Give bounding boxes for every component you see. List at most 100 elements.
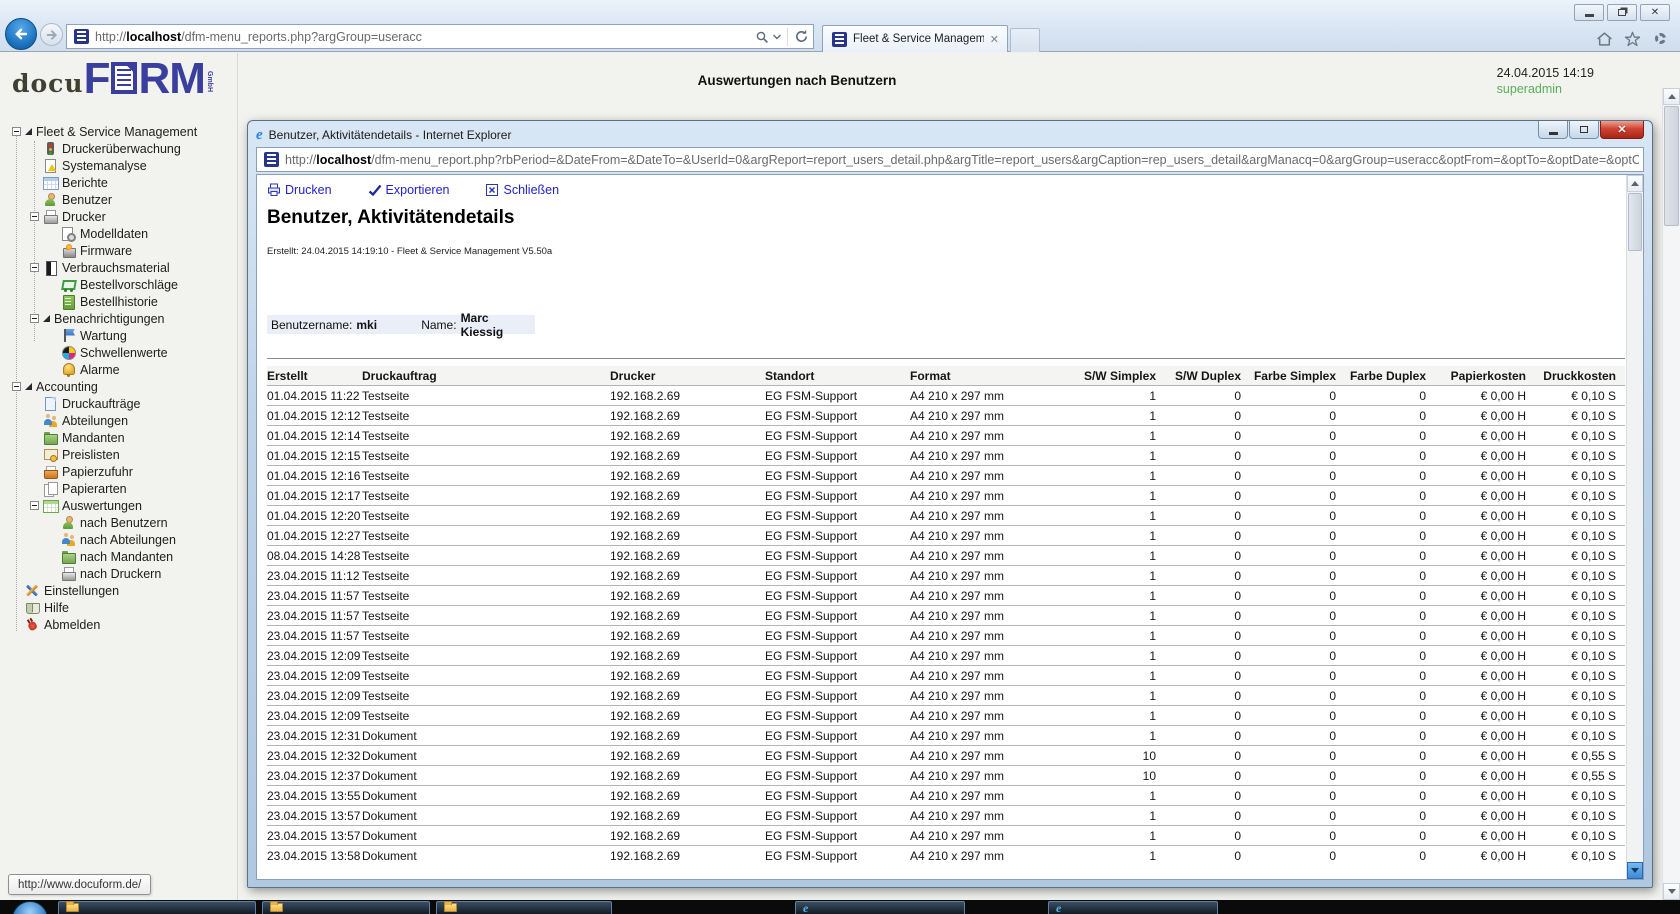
- sidebar-item[interactable]: Verbrauchsmaterial: [6, 259, 234, 276]
- sidebar-item[interactable]: nach Druckern: [6, 565, 234, 582]
- cell-farbe-duplex: 0: [1340, 829, 1430, 843]
- taskbar-item-explorer[interactable]: [436, 901, 612, 914]
- sidebar-item[interactable]: nach Benutzern: [6, 514, 234, 531]
- taskbar-item-explorer[interactable]: [262, 901, 430, 914]
- sidebar-item[interactable]: Auswertungen: [6, 497, 234, 514]
- popup-scroll-down-button[interactable]: [1627, 862, 1643, 879]
- sidebar-item[interactable]: Benachrichtigungen: [6, 310, 234, 327]
- popup-titlebar[interactable]: e Benutzer, Aktivitätendetails - Interne…: [256, 126, 1522, 144]
- sidebar-item[interactable]: Abteilungen: [6, 412, 234, 429]
- sidebar-item[interactable]: Bestellhistorie: [6, 293, 234, 310]
- popup-address-url[interactable]: http://localhost/dfm-menu_report.php?rbP…: [285, 153, 1639, 167]
- settings-button[interactable]: [1650, 30, 1670, 47]
- cell-drucker: 192.168.2.69: [610, 749, 765, 763]
- cell-druckauftrag: Dokument: [362, 729, 610, 743]
- popup-maximize-button[interactable]: [1569, 121, 1599, 139]
- cell-sw-simplex: 1: [1050, 669, 1160, 683]
- sidebar-item[interactable]: Einstellungen: [6, 582, 234, 599]
- cell-format: A4 210 x 297 mm: [910, 629, 1050, 643]
- sidebar-item[interactable]: Bestellvorschläge: [6, 276, 234, 293]
- sidebar-item[interactable]: Modelldaten: [6, 225, 234, 242]
- address-url[interactable]: http://localhost/dfm-menu_reports.php?ar…: [95, 30, 755, 44]
- sidebar-item[interactable]: Preislisten: [6, 446, 234, 463]
- export-button[interactable]: Exportieren: [368, 183, 450, 197]
- cell-drucker: 192.168.2.69: [610, 849, 765, 863]
- cell-farbe-duplex: 0: [1340, 569, 1430, 583]
- cell-druckauftrag: Dokument: [362, 749, 610, 763]
- sidebar-item-label: Benachrichtigungen: [54, 312, 165, 326]
- cell-sw-simplex: 1: [1050, 649, 1160, 663]
- search-icon[interactable]: [755, 30, 769, 44]
- back-button[interactable]: [5, 18, 37, 50]
- sidebar-item[interactable]: Druckerüberwachung: [6, 140, 234, 157]
- page-scroll-up-button[interactable]: [1663, 88, 1680, 105]
- new-tab-button[interactable]: [1010, 28, 1040, 52]
- address-bar[interactable]: http://localhost/dfm-menu_reports.php?ar…: [66, 24, 814, 49]
- browser-window: http://localhost/dfm-menu_reports.php?ar…: [0, 0, 1680, 900]
- popup-scrollbar-thumb[interactable]: [1628, 193, 1642, 251]
- sidebar-item[interactable]: Mandanten: [6, 429, 234, 446]
- popup-scroll-up-button[interactable]: [1627, 175, 1643, 192]
- tree-expander-icon[interactable]: [12, 127, 21, 136]
- close-report-button[interactable]: Schließen: [485, 183, 559, 197]
- page-scrollbar[interactable]: [1662, 88, 1680, 900]
- folder-icon: [270, 903, 283, 912]
- sidebar-item[interactable]: Alarme: [6, 361, 234, 378]
- start-button[interactable]: [12, 901, 48, 914]
- cell-druckauftrag: Dokument: [362, 829, 610, 843]
- sidebar-item[interactable]: Druckaufträge: [6, 395, 234, 412]
- table-row: 01.04.2015 12:16 Testseite 192.168.2.69 …: [267, 465, 1625, 485]
- sidebar-item[interactable]: Drucker: [6, 208, 234, 225]
- taskbar-item-explorer[interactable]: [58, 901, 256, 914]
- forward-button[interactable]: [40, 23, 63, 46]
- sidebar-item[interactable]: nach Mandanten: [6, 548, 234, 565]
- sidebar-item[interactable]: Benutzer: [6, 191, 234, 208]
- sidebar-item[interactable]: Systemanalyse: [6, 157, 234, 174]
- tree-item-icon: [61, 346, 76, 360]
- sidebar-item[interactable]: Firmware: [6, 242, 234, 259]
- tree-expander-icon[interactable]: [12, 382, 21, 391]
- sidebar-item[interactable]: Accounting: [6, 378, 234, 395]
- favorites-button[interactable]: [1622, 30, 1642, 47]
- tree-expander-icon[interactable]: [30, 263, 39, 272]
- sidebar-item[interactable]: Berichte: [6, 174, 234, 191]
- cell-druckkosten: € 0,10 S: [1530, 449, 1620, 463]
- restore-button[interactable]: [1607, 4, 1637, 21]
- sidebar-item[interactable]: Wartung: [6, 327, 234, 344]
- tree-expander-icon[interactable]: [30, 212, 39, 221]
- search-dropdown-icon[interactable]: [773, 34, 781, 40]
- sidebar-item[interactable]: Papierarten: [6, 480, 234, 497]
- cell-druckkosten: € 0,10 S: [1530, 409, 1620, 423]
- cell-erstellt: 01.04.2015 12:14: [267, 429, 362, 443]
- tab-close-icon[interactable]: ✕: [988, 33, 1001, 46]
- tab-fleet-service-management[interactable]: Fleet & Service Management ✕: [822, 25, 1008, 52]
- tree-expander-icon[interactable]: [30, 314, 39, 323]
- home-button[interactable]: [1594, 30, 1614, 47]
- sidebar-item-label: Mandanten: [62, 431, 125, 445]
- taskbar-item-ie[interactable]: e: [795, 901, 965, 914]
- minimize-button[interactable]: [1574, 4, 1604, 21]
- page-scroll-down-button[interactable]: [1663, 883, 1680, 900]
- popup-close-button[interactable]: ✕: [1600, 121, 1644, 139]
- taskbar-item-ie[interactable]: e: [1048, 901, 1218, 914]
- cell-drucker: 192.168.2.69: [610, 709, 765, 723]
- popup-scrollbar[interactable]: [1626, 175, 1643, 879]
- sidebar-item[interactable]: Papierzufuhr: [6, 463, 234, 480]
- sidebar-item[interactable]: Fleet & Service Management: [6, 123, 234, 140]
- sidebar-item[interactable]: Abmelden: [6, 616, 234, 633]
- sidebar-item[interactable]: nach Abteilungen: [6, 531, 234, 548]
- refresh-icon[interactable]: [794, 29, 809, 44]
- popup-address-bar[interactable]: http://localhost/dfm-menu_report.php?rbP…: [256, 147, 1644, 172]
- cell-drucker: 192.168.2.69: [610, 589, 765, 603]
- sidebar-item[interactable]: Schwellenwerte: [6, 344, 234, 361]
- cell-druckauftrag: Dokument: [362, 769, 610, 783]
- close-button[interactable]: ✕: [1640, 4, 1670, 21]
- cell-format: A4 210 x 297 mm: [910, 449, 1050, 463]
- sidebar-item[interactable]: Hilfe: [6, 599, 234, 616]
- popup-minimize-button[interactable]: [1538, 121, 1568, 139]
- tree-item-icon: [61, 244, 76, 258]
- page-scrollbar-thumb[interactable]: [1664, 106, 1679, 226]
- tree-expander-icon[interactable]: [30, 501, 39, 510]
- print-button[interactable]: Drucken: [267, 183, 332, 197]
- cell-format: A4 210 x 297 mm: [910, 429, 1050, 443]
